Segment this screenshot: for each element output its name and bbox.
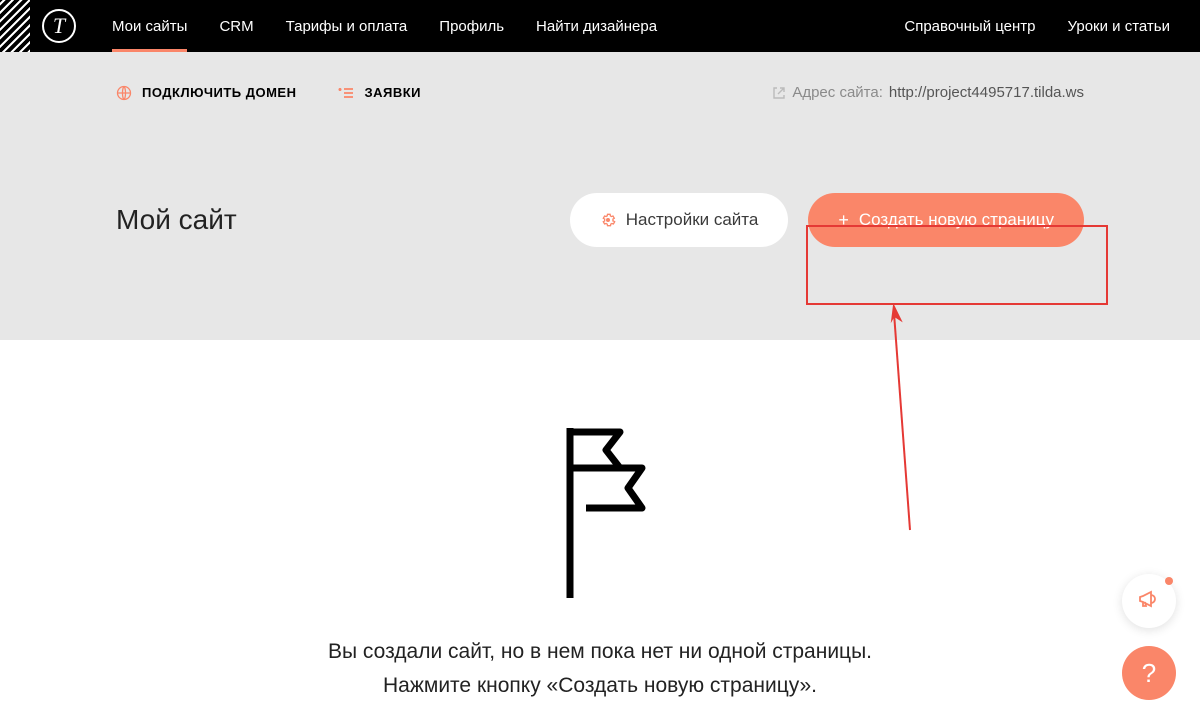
main-nav: Мои сайты CRM Тарифы и оплата Профиль На…: [112, 0, 657, 52]
site-title: Мой сайт: [116, 204, 237, 236]
logo-wrap: T: [0, 0, 76, 52]
help-button[interactable]: ?: [1122, 646, 1176, 700]
settings-label: Настройки сайта: [626, 210, 759, 230]
connect-domain-label: ПОДКЛЮЧИТЬ ДОМЕН: [142, 85, 296, 100]
nav-label: Справочный центр: [904, 18, 1035, 35]
nav-right: Справочный центр Уроки и статьи: [904, 18, 1170, 35]
site-toolbar: ПОДКЛЮЧИТЬ ДОМЕН ЗАЯВКИ Адрес сайта: htt…: [0, 52, 1200, 340]
empty-line2: Нажмите кнопку «Создать новую страницу».: [0, 669, 1200, 703]
create-page-label: Создать новую страницу: [859, 210, 1054, 230]
main-header: T Мои сайты CRM Тарифы и оплата Профиль …: [0, 0, 1200, 52]
nav-label: CRM: [219, 18, 253, 35]
nav-tariffs[interactable]: Тарифы и оплата: [286, 0, 408, 52]
nav-profile[interactable]: Профиль: [439, 0, 504, 52]
logo-text: T: [53, 13, 65, 39]
decorative-zigzag: [0, 0, 30, 52]
nav-label: Уроки и статьи: [1068, 18, 1170, 35]
site-url-value: http://project4495717.tilda.ws: [889, 84, 1084, 101]
requests-label: ЗАЯВКИ: [364, 85, 421, 100]
megaphone-icon: [1137, 587, 1161, 616]
create-page-button[interactable]: + Создать новую страницу: [808, 193, 1084, 247]
plus-icon: +: [838, 210, 849, 231]
nav-label: Мои сайты: [112, 18, 187, 35]
site-url[interactable]: Адрес сайта: http://project4495717.tilda…: [772, 84, 1084, 101]
empty-message: Вы создали сайт, но в нем пока нет ни од…: [0, 635, 1200, 702]
globe-icon: [116, 85, 132, 101]
gear-icon: [600, 212, 616, 228]
nav-help-center[interactable]: Справочный центр: [904, 18, 1035, 35]
external-link-icon: [772, 86, 786, 100]
nav-crm[interactable]: CRM: [219, 0, 253, 52]
floating-buttons: ?: [1122, 574, 1176, 700]
empty-line1: Вы создали сайт, но в нем пока нет ни од…: [0, 635, 1200, 669]
toolbar-row-links: ПОДКЛЮЧИТЬ ДОМЕН ЗАЯВКИ Адрес сайта: htt…: [116, 84, 1084, 101]
site-url-label: Адрес сайта:: [792, 84, 883, 101]
help-label: ?: [1142, 658, 1156, 689]
announcements-button[interactable]: [1122, 574, 1176, 628]
connect-domain-link[interactable]: ПОДКЛЮЧИТЬ ДОМЕН: [116, 85, 296, 101]
list-plus-icon: [338, 85, 354, 101]
site-settings-button[interactable]: Настройки сайта: [570, 193, 789, 247]
logo[interactable]: T: [42, 9, 76, 43]
nav-label: Тарифы и оплата: [286, 18, 408, 35]
button-group: Настройки сайта + Создать новую страницу: [570, 193, 1084, 247]
nav-label: Профиль: [439, 18, 504, 35]
nav-my-sites[interactable]: Мои сайты: [112, 0, 187, 52]
nav-label: Найти дизайнера: [536, 18, 657, 35]
flag-icon: [540, 420, 660, 605]
nav-articles[interactable]: Уроки и статьи: [1068, 18, 1170, 35]
requests-link[interactable]: ЗАЯВКИ: [338, 85, 421, 101]
nav-find-designer[interactable]: Найти дизайнера: [536, 0, 657, 52]
empty-state: Вы создали сайт, но в нем пока нет ни од…: [0, 340, 1200, 702]
toolbar-row-title: Мой сайт Настройки сайта + Создать новую…: [116, 193, 1084, 247]
